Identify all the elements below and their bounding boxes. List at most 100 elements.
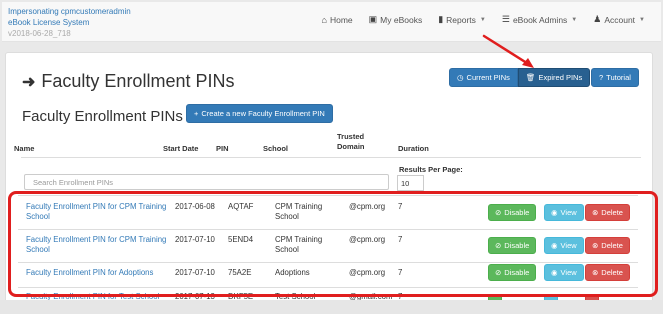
impersonation-text[interactable]: Impersonating cpmcustomeradmin bbox=[8, 6, 131, 17]
view-button[interactable]: ◉ View bbox=[544, 237, 584, 254]
trusted-domain: @cpm.org bbox=[349, 268, 386, 277]
view-label: View bbox=[560, 241, 577, 250]
search-input[interactable]: Search Enrollment PINs bbox=[24, 174, 389, 190]
view-label: View bbox=[560, 268, 577, 277]
results-per-page-label: Results Per Page: bbox=[399, 165, 463, 174]
page-title: ➜ Faculty Enrollment PINs bbox=[22, 71, 234, 92]
disable-label: Disable bbox=[504, 241, 530, 250]
current-pins-label: Current PINs bbox=[466, 73, 510, 82]
nav-my-ebooks-label: My eBooks bbox=[380, 14, 423, 25]
table-row: Faculty Enrollment PIN for Test School 2… bbox=[18, 287, 638, 301]
plus-icon: + bbox=[194, 109, 199, 118]
brand[interactable]: Impersonating cpmcustomeradmin eBook Lic… bbox=[8, 6, 131, 39]
page-bottom-edge bbox=[0, 300, 663, 314]
nav-my-ebooks[interactable]: ▣ My eBooks bbox=[361, 14, 431, 25]
disable-button[interactable]: ⊘ Disable bbox=[488, 237, 537, 254]
app-name[interactable]: eBook License System bbox=[8, 17, 131, 28]
create-pin-label: Create a new Faculty Enrollment PIN bbox=[201, 109, 325, 118]
eye-icon: ◉ bbox=[551, 208, 558, 217]
eye-icon: ◉ bbox=[551, 241, 558, 250]
nav-home[interactable]: ⌂ Home bbox=[314, 14, 361, 25]
trash-icon: 🗑 bbox=[525, 73, 536, 82]
col-school-header[interactable]: School bbox=[263, 144, 288, 154]
section-title: Faculty Enrollment PINs bbox=[22, 108, 183, 125]
pin-name-link[interactable]: Faculty Enrollment PIN for CPM Training … bbox=[26, 202, 176, 222]
question-icon: ? bbox=[599, 73, 604, 82]
trusted-domain: @cpm.org bbox=[349, 235, 386, 244]
navbar: Impersonating cpmcustomeradmin eBook Lic… bbox=[2, 2, 661, 42]
col-start-header[interactable]: Start Date bbox=[163, 144, 198, 154]
pin-name-link[interactable]: Faculty Enrollment PIN for CPM Training … bbox=[26, 235, 176, 255]
remove-icon: ⊗ bbox=[592, 208, 599, 217]
pin-name-link[interactable]: Faculty Enrollment PIN for Adoptions bbox=[26, 268, 186, 278]
page-title-text: Faculty Enrollment PINs bbox=[41, 71, 235, 91]
nav-reports[interactable]: ▮ Reports ▼ bbox=[430, 14, 494, 25]
view-label: View bbox=[560, 208, 577, 217]
duration: 7 bbox=[398, 202, 403, 211]
nav-menu: ⌂ Home ▣ My eBooks ▮ Reports ▼ ☰ eBook A… bbox=[314, 14, 653, 25]
delete-button[interactable]: ⊗ Delete bbox=[585, 264, 630, 281]
bar-chart-icon: ▮ bbox=[438, 14, 444, 24]
nav-account[interactable]: ♟ Account ▼ bbox=[585, 14, 653, 25]
header-divider bbox=[21, 157, 641, 158]
nav-ebook-admins-label: eBook Admins bbox=[512, 14, 568, 25]
disable-button[interactable]: ⊘ Disable bbox=[488, 204, 537, 221]
nav-home-label: Home bbox=[329, 14, 353, 25]
remove-icon: ⊗ bbox=[592, 241, 599, 250]
delete-button[interactable]: ⊗ Delete bbox=[585, 204, 630, 221]
start-date: 2017-06-08 bbox=[175, 202, 215, 211]
app-version: v2018-06-28_718 bbox=[8, 29, 71, 38]
ban-icon: ⊘ bbox=[495, 241, 502, 250]
view-button[interactable]: ◉ View bbox=[544, 204, 584, 221]
results-per-page-input[interactable]: 10 bbox=[397, 175, 424, 191]
book-icon: ▣ bbox=[368, 14, 378, 24]
table-row: Faculty Enrollment PIN for CPM Training … bbox=[18, 229, 638, 262]
create-pin-button[interactable]: + Create a new Faculty Enrollment PIN bbox=[186, 104, 333, 123]
list-icon: ☰ bbox=[501, 14, 510, 24]
start-date: 2017-07-10 bbox=[175, 235, 215, 244]
pin-code: 75A2E bbox=[228, 268, 252, 277]
current-pins-button[interactable]: ◷ Current PINs bbox=[449, 68, 518, 87]
school-name: CPM Training School bbox=[275, 235, 323, 254]
pin-filter-group: ◷ Current PINs 🗑 Expired PINs bbox=[449, 68, 591, 87]
clock-icon: ◷ bbox=[457, 73, 464, 82]
pin-code: 5END4 bbox=[228, 235, 254, 244]
school-name: Adoptions bbox=[275, 268, 310, 277]
view-button[interactable]: ◉ View bbox=[544, 264, 584, 281]
chevron-down-icon: ▼ bbox=[479, 16, 486, 23]
home-icon: ⌂ bbox=[321, 14, 327, 25]
col-duration-header[interactable]: Duration bbox=[398, 144, 429, 154]
user-icon: ♟ bbox=[593, 14, 602, 24]
col-name-header[interactable]: Name bbox=[14, 144, 34, 154]
start-date: 2017-07-10 bbox=[175, 268, 215, 277]
disable-label: Disable bbox=[504, 208, 530, 217]
disable-label: Disable bbox=[504, 268, 530, 277]
delete-label: Delete bbox=[601, 268, 623, 277]
ban-icon: ⊘ bbox=[495, 268, 502, 277]
trusted-domain: @cpm.org bbox=[349, 202, 386, 211]
ban-icon: ⊘ bbox=[495, 208, 502, 217]
nav-ebook-admins[interactable]: ☰ eBook Admins ▼ bbox=[494, 14, 585, 25]
sign-in-icon: ➜ bbox=[22, 73, 36, 91]
eye-icon: ◉ bbox=[551, 268, 558, 277]
tutorial-button[interactable]: ? Tutorial bbox=[591, 68, 639, 87]
nav-reports-label: Reports bbox=[446, 14, 476, 25]
col-pin-header[interactable]: PIN bbox=[216, 144, 229, 154]
disable-button[interactable]: ⊘ Disable bbox=[488, 264, 537, 281]
table-row: Faculty Enrollment PIN for Adoptions 201… bbox=[18, 262, 638, 287]
delete-label: Delete bbox=[601, 208, 623, 217]
expired-pins-button[interactable]: 🗑 Expired PINs bbox=[517, 68, 591, 87]
school-name: CPM Training School bbox=[275, 202, 323, 221]
duration: 7 bbox=[398, 235, 403, 244]
browser-frame: Impersonating cpmcustomeradmin eBook Lic… bbox=[0, 0, 663, 314]
nav-account-label: Account bbox=[604, 14, 636, 25]
remove-icon: ⊗ bbox=[592, 268, 599, 277]
delete-button[interactable]: ⊗ Delete bbox=[585, 237, 630, 254]
duration: 7 bbox=[398, 268, 403, 277]
table-row: Faculty Enrollment PIN for CPM Training … bbox=[18, 195, 638, 229]
chevron-down-icon: ▼ bbox=[571, 16, 578, 23]
delete-label: Delete bbox=[601, 241, 623, 250]
col-domain-header[interactable]: Trusted Domain bbox=[337, 132, 365, 152]
pin-code: AQTAF bbox=[228, 202, 254, 211]
chevron-down-icon: ▼ bbox=[639, 16, 645, 23]
